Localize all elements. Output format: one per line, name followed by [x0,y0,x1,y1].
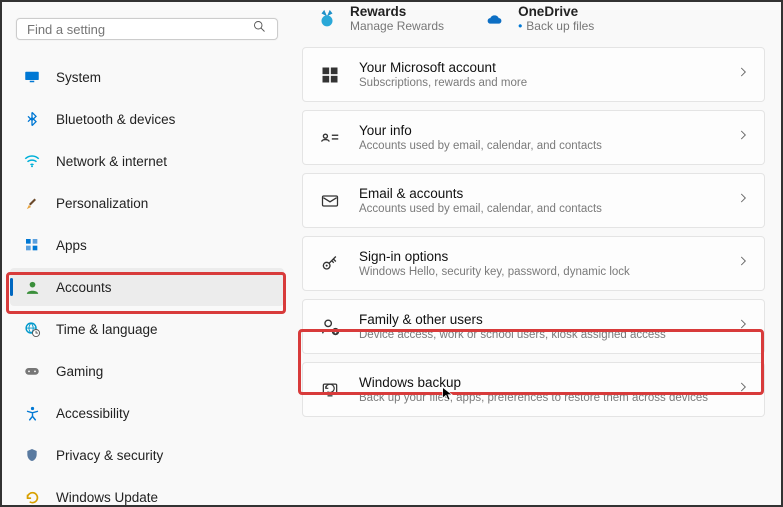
settings-card-list: Your Microsoft account Subscriptions, rew… [302,47,765,417]
sidebar-item-network[interactable]: Network & internet [10,142,284,180]
card-subtitle: Windows Hello, security key, password, d… [359,266,736,278]
backup-icon [317,377,343,403]
sidebar-item-privacy[interactable]: Privacy & security [10,436,284,474]
card-title: Email & accounts [359,186,736,201]
promo-subtitle: Manage Rewards [350,19,444,33]
microsoft-logo-icon [317,62,343,88]
promo-onedrive[interactable]: OneDrive •Back up files [484,4,594,33]
people-add-icon [317,314,343,340]
card-title: Windows backup [359,375,736,390]
sidebar-item-label: System [56,70,101,85]
promo-subtitle: •Back up files [518,19,594,33]
card-title: Your info [359,123,736,138]
promo-title: OneDrive [518,4,594,19]
card-title: Family & other users [359,312,736,327]
gamepad-icon [22,361,42,381]
sidebar-item-system[interactable]: System [10,58,284,96]
card-subtitle: Accounts used by email, calendar, and co… [359,140,736,152]
card-title: Sign-in options [359,249,736,264]
sidebar-item-label: Network & internet [56,154,167,169]
accessibility-icon [22,403,42,423]
card-subtitle: Device access, work or school users, kio… [359,329,736,341]
sidebar-item-gaming[interactable]: Gaming [10,352,284,390]
settings-main: Rewards Manage Rewards OneDrive •Back up… [292,2,781,505]
promo-title: Rewards [350,4,444,19]
card-subtitle: Back up your files, apps, preferences to… [359,392,736,404]
id-card-icon [317,125,343,151]
card-title: Your Microsoft account [359,60,736,75]
card-your-info[interactable]: Your info Accounts used by email, calenda… [302,110,765,165]
sidebar-item-label: Accounts [56,280,112,295]
sidebar-item-personalization[interactable]: Personalization [10,184,284,222]
sidebar-item-update[interactable]: Windows Update [10,478,284,507]
promo-row: Rewards Manage Rewards OneDrive •Back up… [302,2,765,47]
sidebar-item-label: Time & language [56,322,158,337]
sidebar-item-label: Personalization [56,196,148,211]
search-input-container[interactable] [16,18,278,40]
chevron-right-icon [736,191,750,210]
sidebar-nav: System Bluetooth & devices Network & int… [10,58,284,507]
card-signin-options[interactable]: Sign-in options Windows Hello, security k… [302,236,765,291]
sidebar-item-label: Apps [56,238,87,253]
globe-clock-icon [22,319,42,339]
sidebar-item-label: Bluetooth & devices [56,112,175,127]
chevron-right-icon [736,317,750,336]
sidebar-item-label: Accessibility [56,406,130,421]
search-input[interactable] [27,22,252,37]
shield-icon [22,445,42,465]
medal-icon [316,8,338,30]
sidebar-item-apps[interactable]: Apps [10,226,284,264]
sidebar-item-accessibility[interactable]: Accessibility [10,394,284,432]
apps-icon [22,235,42,255]
chevron-right-icon [736,128,750,147]
wifi-icon [22,151,42,171]
sidebar-item-time[interactable]: Time & language [10,310,284,348]
sidebar-item-label: Privacy & security [56,448,163,463]
mail-icon [317,188,343,214]
card-subtitle: Subscriptions, rewards and more [359,77,736,89]
sidebar-item-accounts[interactable]: Accounts [10,268,284,306]
monitor-icon [22,67,42,87]
chevron-right-icon [736,380,750,399]
cloud-icon [484,8,506,30]
person-icon [22,277,42,297]
update-icon [22,487,42,507]
sidebar-item-bluetooth[interactable]: Bluetooth & devices [10,100,284,138]
card-email-accounts[interactable]: Email & accounts Accounts used by email, … [302,173,765,228]
settings-sidebar: System Bluetooth & devices Network & int… [2,2,292,505]
key-icon [317,251,343,277]
bluetooth-icon [22,109,42,129]
promo-rewards[interactable]: Rewards Manage Rewards [316,4,444,33]
chevron-right-icon [736,65,750,84]
search-icon [252,19,267,39]
card-microsoft-account[interactable]: Your Microsoft account Subscriptions, rew… [302,47,765,102]
card-windows-backup[interactable]: Windows backup Back up your files, apps, … [302,362,765,417]
sidebar-item-label: Gaming [56,364,103,379]
card-subtitle: Accounts used by email, calendar, and co… [359,203,736,215]
brush-icon [22,193,42,213]
chevron-right-icon [736,254,750,273]
sidebar-item-label: Windows Update [56,490,158,505]
card-family-other-users[interactable]: Family & other users Device access, work … [302,299,765,354]
